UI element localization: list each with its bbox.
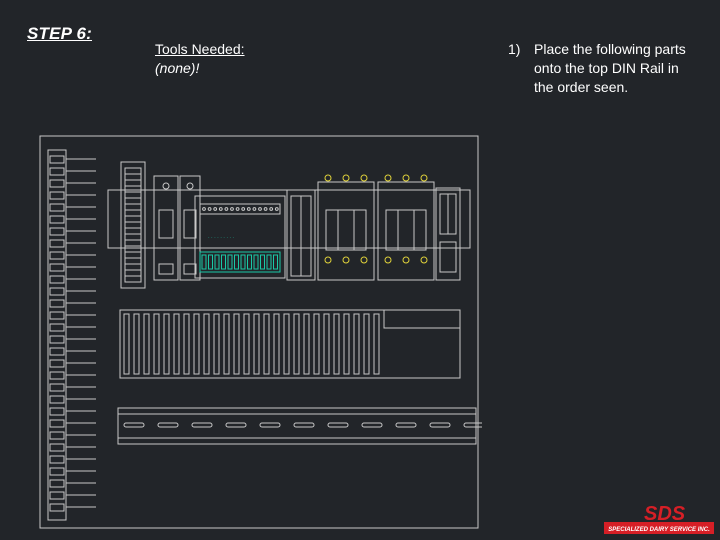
terminal-block-strip: [120, 161, 146, 289]
tools-needed-value: (none)!: [155, 60, 200, 76]
power-supply: [286, 189, 316, 281]
sds-logo: SDS SPECIALIZED DAIRY SERVICE INC.: [604, 503, 714, 534]
panel-layout-drawing: · · · · · · · · ·: [39, 135, 482, 529]
step-title: STEP 6:: [27, 24, 93, 43]
horizontal-wire-duct: [119, 309, 461, 379]
logo-tagline: SPECIALIZED DAIRY SERVICE INC.: [608, 527, 710, 533]
bottom-din-rail: [117, 407, 482, 445]
vertical-wire-duct: [47, 149, 67, 521]
top-din-rail: [107, 189, 471, 249]
instruction-text: Place the following parts onto the top D…: [534, 41, 686, 95]
circuit-breaker-1: [153, 175, 179, 281]
contactor-2: [377, 174, 435, 281]
circuit-breaker-2: [179, 175, 201, 281]
logo-brand: SDS: [644, 503, 686, 525]
instruction-item: 1) Place the following parts onto the to…: [508, 40, 698, 97]
overload-relay: [435, 187, 461, 281]
contactor-1: [317, 174, 375, 281]
tools-needed-label: Tools Needed:: [155, 41, 245, 57]
tools-needed: Tools Needed: (none)!: [155, 40, 245, 78]
plc-module: · · · · · · · · ·: [194, 195, 286, 279]
duct-teeth: [49, 155, 96, 512]
svg-text:· · · · · · · · ·: · · · · · · · · ·: [208, 235, 234, 241]
instruction-number: 1): [508, 41, 521, 57]
